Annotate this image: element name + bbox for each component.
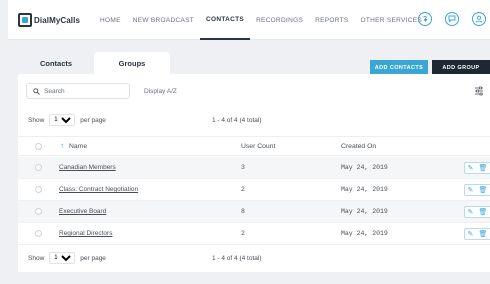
show-label: Show	[28, 116, 45, 124]
user-count-cell: 2	[241, 186, 245, 193]
name-column-header[interactable]: Name	[69, 143, 87, 150]
nav-contacts[interactable]: CONTACTS	[200, 0, 251, 40]
per-page-label: per page	[80, 116, 106, 124]
table-row: Regional Directors 2 May 24, 2019 ✎ 🗑	[18, 223, 490, 245]
group-name-link[interactable]: Class: Contract Negotiation	[59, 186, 138, 193]
row-checkbox[interactable]	[35, 230, 42, 237]
table-row: Canadian Members 3 May 24, 2019 ✎ 🗑	[18, 157, 490, 179]
add-contacts-button[interactable]: ADD CONTACTS	[370, 60, 428, 75]
user-count-column-header[interactable]: User Count	[241, 143, 275, 150]
main-nav: HOME NEW BROADCAST CONTACTS RECORDINGS R…	[94, 0, 433, 40]
nav-reports[interactable]: REPORTS	[309, 0, 354, 40]
chat-icon[interactable]	[445, 12, 459, 26]
row-checkbox[interactable]	[35, 208, 42, 215]
created-on-cell: May 24, 2019	[341, 230, 388, 237]
trash-icon[interactable]: 🗑	[479, 165, 488, 172]
search-icon	[33, 87, 40, 95]
nav-other-services-label: OTHER SERVICES	[360, 16, 423, 24]
brand-name: DialMyCalls	[34, 15, 81, 25]
brand-logo[interactable]: DialMyCalls	[18, 12, 80, 28]
group-name-link[interactable]: Executive Board	[59, 208, 106, 215]
add-group-button[interactable]: ADD GROUP	[432, 60, 490, 75]
show-label: Show	[28, 254, 45, 262]
display-az-toggle[interactable]: Display A/Z	[144, 88, 177, 95]
edit-icon[interactable]: ✎	[468, 231, 474, 238]
search-input[interactable]	[44, 87, 124, 95]
tab-bar: Contacts Groups	[18, 52, 170, 74]
groups-panel: Display A/Z Show 10 per page 1 - 4 of 4 …	[18, 74, 490, 272]
edit-icon[interactable]: ✎	[468, 209, 474, 216]
pager-range: 1 - 4 of 4 (4 total)	[212, 255, 262, 262]
group-name-link[interactable]: Canadian Members	[59, 164, 116, 171]
created-on-cell: May 24, 2019	[341, 186, 388, 193]
table-header: ↑ Name User Count Created On	[18, 136, 490, 156]
nav-home[interactable]: HOME	[94, 0, 127, 40]
edit-icon[interactable]: ✎	[468, 187, 474, 194]
row-actions: ✎ 🗑	[464, 162, 490, 174]
nav-new-broadcast[interactable]: NEW BROADCAST	[127, 0, 200, 40]
row-checkbox[interactable]	[35, 186, 42, 193]
trash-icon[interactable]: 🗑	[479, 209, 488, 216]
page-size-select[interactable]: 10	[49, 252, 76, 264]
search-box[interactable]	[26, 83, 130, 99]
page-size-select[interactable]: 10	[49, 114, 76, 126]
per-page-label: per page	[80, 254, 106, 262]
pager-top: Show 10 per page	[28, 114, 106, 126]
tab-groups[interactable]: Groups	[94, 52, 170, 74]
created-on-cell: May 24, 2019	[341, 164, 388, 171]
created-on-column-header[interactable]: Created On	[341, 143, 376, 150]
help-icon[interactable]: ?	[418, 12, 432, 26]
pager-range: 1 - 4 of 4 (4 total)	[212, 117, 262, 124]
row-actions: ✎ 🗑	[464, 206, 490, 218]
trash-icon[interactable]: 🗑	[479, 187, 488, 194]
user-count-cell: 2	[241, 230, 245, 237]
table-row: Class: Contract Negotiation 2 May 24, 20…	[18, 179, 490, 201]
user-count-cell: 3	[241, 164, 245, 171]
nav-recordings[interactable]: RECORDINGS	[250, 0, 309, 40]
table-row: Executive Board 8 May 24, 2019 ✎ 🗑	[18, 201, 490, 223]
row-actions: ✎ 🗑	[464, 184, 490, 196]
filter-settings-icon[interactable]	[474, 86, 484, 96]
pager-bottom: Show 10 per page	[28, 252, 106, 264]
sort-up-icon[interactable]: ↑	[60, 141, 64, 150]
tab-contacts[interactable]: Contacts	[18, 52, 94, 74]
created-on-cell: May 24, 2019	[341, 208, 388, 215]
header-icons: ?	[418, 12, 486, 26]
row-checkbox[interactable]	[35, 164, 42, 171]
account-icon[interactable]	[472, 12, 486, 26]
trash-icon[interactable]: 🗑	[479, 231, 488, 238]
top-nav-bar: DialMyCalls HOME NEW BROADCAST CONTACTS …	[8, 0, 490, 40]
edit-icon[interactable]: ✎	[468, 165, 474, 172]
select-all-checkbox[interactable]	[35, 143, 42, 150]
row-actions: ✎ 🗑	[464, 228, 490, 240]
group-name-link[interactable]: Regional Directors	[59, 230, 112, 237]
logo-icon	[18, 13, 32, 27]
user-count-cell: 8	[241, 208, 245, 215]
